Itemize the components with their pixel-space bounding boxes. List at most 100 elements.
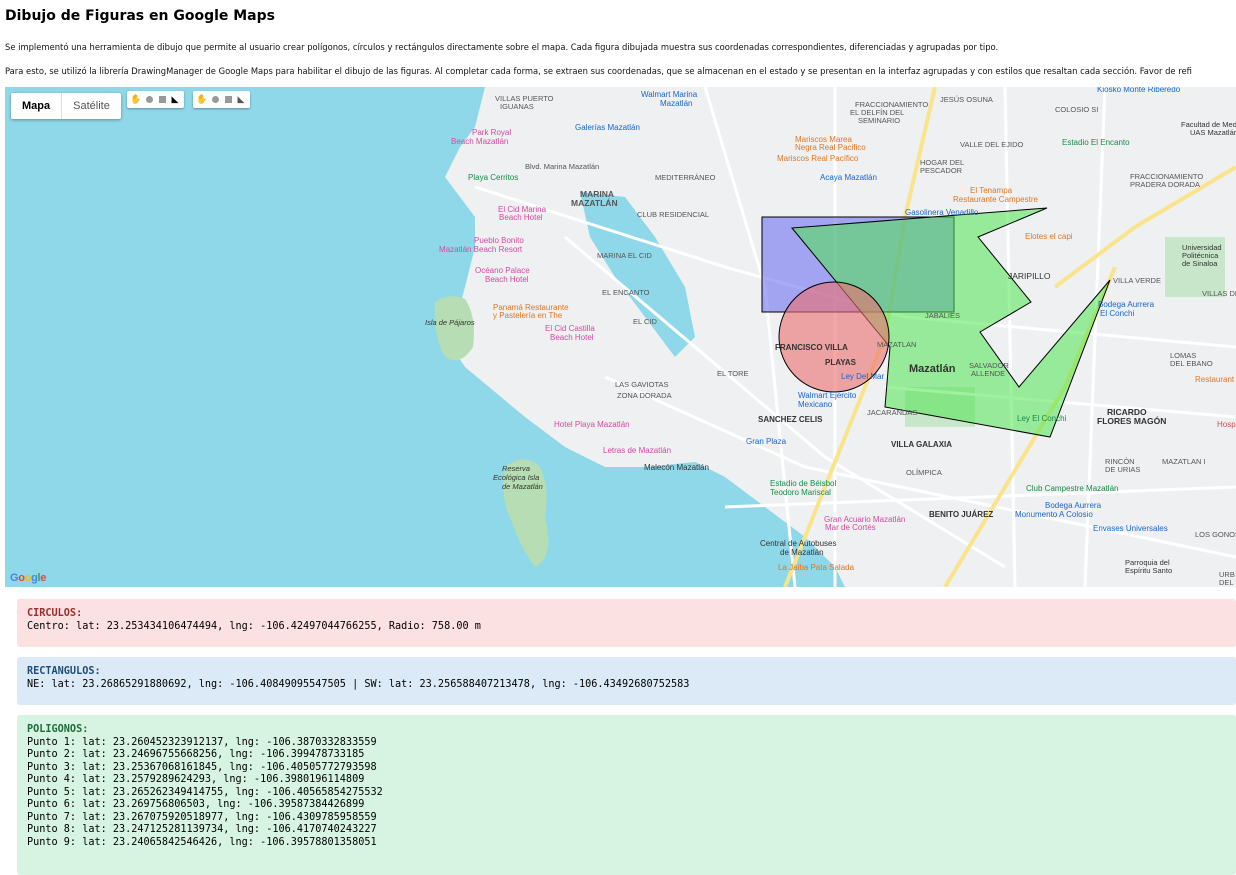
map-type-satellite-button[interactable]: Satélite: [61, 93, 121, 119]
map-label: Central de Autobuses: [760, 539, 837, 548]
polygon-point-line: Punto 4: lat: 23.2579289624293, lng: -10…: [27, 774, 365, 785]
map-label: JABALIES: [925, 311, 960, 320]
map-label: PESCADOR: [920, 166, 963, 175]
map-label: MAZATLAN: [877, 340, 916, 349]
map-label: Estadio de Béisbol: [770, 479, 836, 488]
polygon-point-line: Punto 5: lat: 23.265262349414755, lng: -…: [27, 786, 383, 798]
polygons-heading: POLIGONOS:: [27, 724, 89, 735]
map-label: MARINA EL CID: [597, 251, 652, 260]
map-label: Beach Hotel: [485, 275, 529, 284]
polygon-point-line: Punto 7: lat: 23.267075920518977, lng: -…: [27, 811, 377, 823]
rectangles-heading: RECTANGULOS:: [27, 666, 101, 677]
map-label: Ley El Conchi: [1017, 414, 1067, 423]
map-label: Walmart Ejercito: [798, 391, 857, 400]
map-label: VILLA GALAXIA: [891, 440, 952, 449]
map-label: LOS GONOS: [1195, 530, 1236, 539]
map-label: Mar de Cortés: [825, 523, 876, 532]
map-label: JESÚS OSUNA: [940, 95, 993, 104]
map-label: Estadio El Encanto: [1062, 138, 1130, 147]
map-label: de Mazatlán: [780, 548, 824, 557]
map-label: Ecológica Isla: [493, 473, 539, 482]
map-label: MAZATLÁN: [571, 198, 618, 208]
map-label: JACARANDAS: [867, 408, 917, 417]
map-label: DEL E: [1219, 578, 1236, 587]
circles-panel: CIRCULOS: Centro: lat: 23.25343410647449…: [17, 599, 1236, 647]
google-logo: Google: [10, 572, 47, 584]
map-label: EL ENCANTO: [602, 288, 650, 297]
polygon-point-line: Punto 8: lat: 23.247125281139734, lng: -…: [27, 824, 377, 835]
hand-icon[interactable]: ✋: [196, 93, 208, 107]
map-label: Kiosko Monte Riberedo: [1097, 87, 1181, 94]
map-label: de Mazatlán: [502, 482, 543, 491]
circle-tool-icon[interactable]: [143, 93, 155, 107]
map-label: Gasolinera Venadillo: [905, 208, 979, 217]
rectangle-coordinate-line: NE: lat: 23.26865291880692, lng: -106.40…: [27, 678, 690, 690]
map-label: El Conchi: [1100, 309, 1134, 318]
map-label: MEDITERRÁNEO: [655, 173, 716, 182]
polygons-panel: POLIGONOS: Punto 1: lat: 23.260452323912…: [17, 715, 1236, 875]
map-type-control: Mapa Satélite: [11, 93, 121, 119]
polygon-point-line: Punto 2: lat: 23.24696755668256, lng: -1…: [27, 749, 365, 760]
rectangle-tool-icon[interactable]: [222, 93, 234, 107]
google-map[interactable]: VILLAS PUERTO IGUANAS Walmart Marina Maz…: [5, 87, 1236, 587]
map-canvas[interactable]: VILLAS PUERTO IGUANAS Walmart Marina Maz…: [5, 87, 1236, 587]
map-label: EL CID: [633, 317, 657, 326]
map-label: y Pastelería en The: [493, 311, 563, 320]
map-label: Elotes el capi: [1025, 232, 1073, 241]
map-label: DE URIAS: [1105, 465, 1140, 474]
map-label: Gran Plaza: [746, 437, 787, 446]
map-label: VILLAS DEL: [1202, 289, 1236, 298]
map-label: Isla de Pájaros: [425, 318, 475, 327]
map-label: Galerías Mazatlán: [575, 123, 640, 132]
map-label: VILLA VERDE: [1113, 276, 1161, 285]
map-label: SEMINARIO: [858, 116, 900, 125]
map-label: LAS GAVIOTAS: [615, 380, 669, 389]
map-label: Hosp: [1217, 420, 1236, 429]
rectangle-tool-icon[interactable]: [156, 93, 168, 107]
map-type-map-button[interactable]: Mapa: [11, 93, 61, 119]
map-label: Mariscos Real Pacífico: [777, 154, 859, 163]
map-label: VALLE DEL EJIDO: [960, 140, 1024, 149]
map-label: Restaurant: [1195, 375, 1235, 384]
drawing-toolbar-1: ✋ ◣: [127, 91, 184, 108]
circle-tool-icon[interactable]: [209, 93, 221, 107]
map-label: La Jaiba Pata Salada: [778, 563, 855, 572]
map-label: El Tenampa: [970, 186, 1013, 195]
map-label: de Sinaloa: [1182, 259, 1218, 268]
map-label: DEL EBANO: [1170, 359, 1213, 368]
map-label: COLOSIO SI: [1055, 105, 1098, 114]
polygon-point-line: Punto 9: lat: 23.24065842546426, lng: -1…: [27, 836, 377, 848]
hand-icon[interactable]: ✋: [130, 93, 142, 107]
map-label: Ley Del Mar: [841, 372, 884, 381]
map-label: Teodoro Mariscal: [770, 488, 831, 497]
map-label: Bodega Aurrera: [1045, 501, 1102, 510]
map-label: MAZATLAN I: [1162, 457, 1206, 466]
polygon-tool-icon[interactable]: ◣: [235, 93, 247, 107]
rectangles-panel: RECTANGULOS: NE: lat: 23.26865291880692,…: [17, 657, 1236, 705]
map-label: Mazatlán: [660, 99, 692, 108]
map-label: Espíritu Santo: [1125, 566, 1172, 575]
map-label: BENITO JUÁREZ: [929, 510, 993, 519]
map-label: Hotel Playa Mazatlán: [554, 420, 630, 429]
map-label: Bodega Aurrera: [1098, 300, 1155, 309]
polygon-point-line: Punto 1: lat: 23.260452323912137, lng: -…: [27, 736, 377, 748]
page-title: Dibujo de Figuras en Google Maps: [5, 8, 275, 24]
map-label: EL TORE: [717, 369, 749, 378]
map-label: SANCHEZ CELIS: [758, 415, 823, 424]
map-label: Restaurante Campestre: [953, 195, 1038, 204]
circles-heading: CIRCULOS:: [27, 608, 83, 619]
polygon-tool-icon[interactable]: ◣: [169, 93, 181, 107]
map-label: Blvd. Marina Mazatlán: [525, 162, 599, 171]
map-label: Acaya Mazatlán: [820, 173, 877, 182]
polygon-point-line: Punto 6: lat: 23.269756806503, lng: -106…: [27, 799, 365, 810]
map-label: ZONA DORADA: [617, 391, 672, 400]
map-label: CLUB RESIDENCIAL: [637, 210, 709, 219]
map-label: FLORES MAGÓN: [1097, 415, 1166, 426]
map-label: Reserva: [502, 464, 530, 473]
map-label: FRANCISCO VILLA: [775, 343, 848, 352]
map-label: El Cid Castilla: [545, 324, 595, 333]
map-label: Letras de Mazatlán: [603, 446, 671, 455]
map-label: OLÍMPICA: [906, 468, 942, 477]
map-label: IGUANAS: [500, 102, 534, 111]
map-label: JARIPILLO: [1008, 271, 1051, 281]
